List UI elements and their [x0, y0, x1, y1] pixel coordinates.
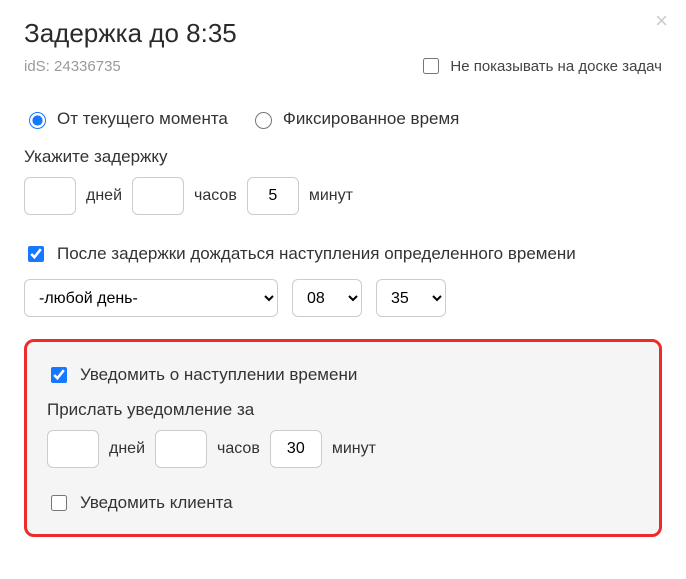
sub-row: idS: 24336735 Не показывать на доске зад… [24, 55, 662, 77]
delay-days-unit: дней [86, 187, 122, 205]
notify-client-label: Уведомить клиента [80, 493, 233, 513]
mode-fixed-radio[interactable] [255, 112, 272, 129]
notify-time-label: Уведомить о наступлении времени [80, 365, 357, 385]
notify-lead-heading: Прислать уведомление за [47, 400, 639, 420]
wait-specific-checkbox[interactable] [28, 246, 44, 262]
hide-on-board-option[interactable]: Не показывать на доске задач [419, 55, 662, 77]
notify-days-unit: дней [109, 440, 145, 458]
mode-current-label: От текущего момента [57, 109, 228, 129]
mode-fixed-option[interactable]: Фиксированное время [250, 109, 460, 129]
notify-client-option[interactable]: Уведомить клиента [47, 492, 639, 514]
mode-current-option[interactable]: От текущего момента [24, 109, 228, 129]
notify-days-input[interactable] [47, 430, 99, 468]
wait-minute-select[interactable]: 35 [376, 279, 446, 317]
notify-hours-input[interactable] [155, 430, 207, 468]
delay-modal: × Задержка до 8:35 idS: 24336735 Не пока… [0, 0, 686, 561]
notify-minutes-input[interactable] [270, 430, 322, 468]
notify-duration-row: дней часов минут [47, 430, 639, 468]
notify-time-checkbox[interactable] [51, 367, 67, 383]
delay-heading: Укажите задержку [24, 147, 662, 167]
delay-minutes-unit: минут [309, 187, 353, 205]
modal-title: Задержка до 8:35 [24, 18, 662, 49]
notify-time-option[interactable]: Уведомить о наступлении времени [47, 364, 639, 386]
mode-radio-group: От текущего момента Фиксированное время [24, 109, 662, 129]
wait-time-selects: -любой день- 08 35 [24, 279, 662, 317]
notify-hours-unit: часов [217, 440, 260, 458]
hide-on-board-checkbox[interactable] [423, 58, 439, 74]
close-icon[interactable]: × [655, 10, 668, 32]
delay-days-input[interactable] [24, 177, 76, 215]
notify-minutes-unit: минут [332, 440, 376, 458]
mode-fixed-label: Фиксированное время [283, 109, 460, 129]
hide-on-board-label: Не показывать на доске задач [450, 58, 662, 75]
notify-client-checkbox[interactable] [51, 495, 67, 511]
ids-label: idS: 24336735 [24, 58, 121, 75]
wait-specific-option[interactable]: После задержки дождаться наступления опр… [24, 243, 662, 265]
delay-hours-input[interactable] [132, 177, 184, 215]
wait-day-select[interactable]: -любой день- [24, 279, 278, 317]
notification-section: Уведомить о наступлении времени Прислать… [24, 339, 662, 537]
wait-hour-select[interactable]: 08 [292, 279, 362, 317]
delay-duration-row: дней часов минут [24, 177, 662, 215]
delay-minutes-input[interactable] [247, 177, 299, 215]
delay-hours-unit: часов [194, 187, 237, 205]
wait-specific-label: После задержки дождаться наступления опр… [57, 244, 576, 264]
mode-current-radio[interactable] [29, 112, 46, 129]
